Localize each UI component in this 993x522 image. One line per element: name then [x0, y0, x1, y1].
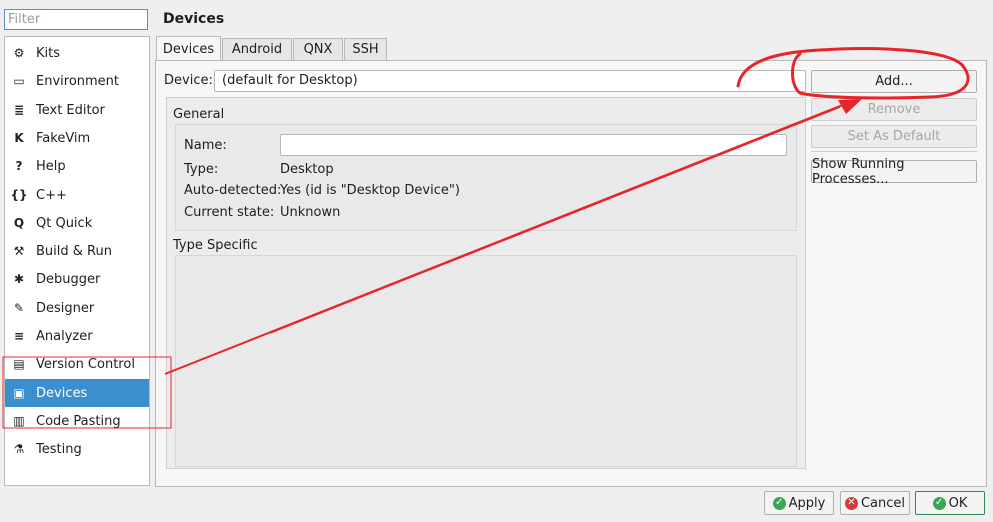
- monitor-icon: ▭: [13, 74, 25, 88]
- sidebar-item-qt-quick[interactable]: Q Qt Quick: [5, 209, 149, 237]
- sidebar-item-devices[interactable]: ▣ Devices: [5, 379, 149, 407]
- check-icon: ✓: [932, 496, 946, 510]
- apply-label: Apply: [788, 495, 826, 511]
- sidebar-item-analyzer[interactable]: ≡ Analyzer: [5, 322, 149, 350]
- device-label: Device:: [164, 73, 213, 88]
- help-icon: ?: [15, 159, 23, 173]
- sidebar-item-label: Kits: [36, 45, 61, 61]
- general-title: General: [173, 107, 225, 122]
- clipboard-icon: ▥: [13, 414, 25, 428]
- fakevim-icon: K: [14, 131, 24, 145]
- sidebar-item-label: Build & Run: [36, 243, 112, 259]
- cpp-icon: {}: [10, 188, 28, 202]
- sidebar-item-label: Debugger: [36, 271, 101, 287]
- kits-icon: ⚙: [13, 46, 25, 60]
- sidebar-item-label: FakeVim: [36, 130, 91, 146]
- cancel-icon: ✕: [844, 496, 858, 510]
- sidebar-item-fakevim[interactable]: K FakeVim: [5, 124, 149, 152]
- set-as-default-button[interactable]: Set As Default: [811, 125, 977, 148]
- analyzer-icon: ≡: [13, 329, 25, 343]
- ok-label: OK: [948, 495, 968, 511]
- sidebar-item-version-control[interactable]: ▤ Version Control: [5, 350, 149, 378]
- remove-device-button[interactable]: Remove: [811, 98, 977, 121]
- sidebar-item-label: Devices: [36, 385, 88, 401]
- flask-icon: ⚗: [13, 442, 25, 456]
- current-state-value: Unknown: [280, 205, 341, 220]
- bug-icon: ✱: [13, 272, 25, 286]
- hammer-icon: ⚒: [13, 244, 25, 258]
- sidebar-item-label: Qt Quick: [36, 215, 93, 231]
- sidebar-item-code-pasting[interactable]: ▥ Code Pasting: [5, 407, 149, 435]
- cancel-label: Cancel: [860, 495, 906, 511]
- qt-quick-icon: Q: [13, 216, 25, 230]
- sidebar-item-label: Code Pasting: [36, 413, 121, 429]
- cancel-button[interactable]: ✕ Cancel: [840, 491, 910, 515]
- auto-detected-value: Yes (id is "Desktop Device"): [280, 183, 460, 198]
- show-running-processes-button[interactable]: Show Running Processes...: [811, 157, 977, 187]
- check-icon: ✓: [772, 496, 786, 510]
- sidebar-item-designer[interactable]: ✎ Designer: [5, 294, 149, 322]
- sidebar-item-label: Text Editor: [36, 102, 105, 118]
- page-title: Devices: [163, 11, 225, 27]
- sidebar-item-label: Testing: [36, 441, 82, 457]
- sidebar-item-label: Environment: [36, 73, 120, 89]
- sidebar-item-environment[interactable]: ▭ Environment: [5, 67, 149, 95]
- name-label: Name:: [184, 138, 227, 153]
- current-state-label: Current state:: [184, 205, 275, 220]
- devices-icon: ▣: [13, 386, 25, 400]
- sidebar-item-text-editor[interactable]: ≣ Text Editor: [5, 96, 149, 124]
- type-value: Desktop: [280, 162, 334, 177]
- apply-button[interactable]: ✓ Apply: [764, 491, 834, 515]
- ok-button[interactable]: ✓ OK: [915, 491, 985, 515]
- sidebar: ⚙ Kits ▭ Environment ≣ Text Editor K FakeVim? He…: [4, 36, 150, 486]
- tab-qnx[interactable]: QNX: [293, 38, 343, 60]
- tab-ssh[interactable]: SSH: [344, 38, 387, 60]
- sidebar-item-debugger[interactable]: ✱ Debugger: [5, 265, 149, 293]
- sidebar-item-label: C++: [36, 187, 67, 203]
- pen-icon: ✎: [13, 301, 25, 315]
- version-control-icon: ▤: [13, 357, 25, 371]
- tab-devices[interactable]: Devices: [156, 36, 221, 61]
- sidebar-item-c[interactable]: {} C++: [5, 181, 149, 209]
- sidebar-item-label: Analyzer: [36, 328, 93, 344]
- filter-input[interactable]: [4, 9, 148, 30]
- sidebar-item-label: Help: [36, 158, 66, 174]
- auto-detected-label: Auto-detected:: [184, 183, 282, 198]
- sidebar-item-build-run[interactable]: ⚒ Build & Run: [5, 237, 149, 265]
- sidebar-item-kits[interactable]: ⚙ Kits: [5, 39, 149, 67]
- type-label: Type:: [184, 162, 219, 177]
- button-separator: [811, 151, 977, 152]
- sidebar-item-testing[interactable]: ⚗ Testing: [5, 435, 149, 463]
- sidebar-item-label: Designer: [36, 300, 95, 316]
- name-field[interactable]: [280, 134, 787, 156]
- type-specific-area: [175, 255, 797, 467]
- device-select[interactable]: (default for Desktop): [214, 70, 806, 92]
- sidebar-item-label: Version Control: [36, 356, 135, 372]
- text-editor-icon: ≣: [13, 103, 25, 117]
- type-specific-title: Type Specific: [173, 238, 258, 253]
- add-device-button[interactable]: Add...: [811, 70, 977, 93]
- sidebar-item-help[interactable]: ? Help: [5, 152, 149, 180]
- tab-android[interactable]: Android: [222, 38, 292, 60]
